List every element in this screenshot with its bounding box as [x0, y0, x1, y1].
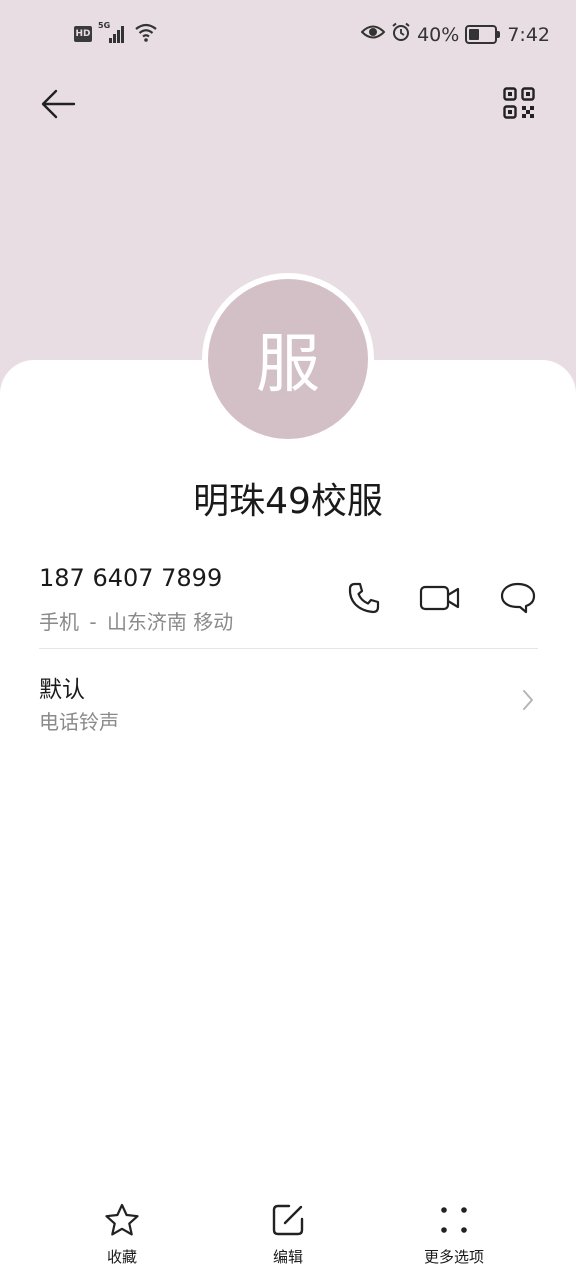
phone-number[interactable]: 187 6407 7899	[39, 564, 222, 592]
alarm-icon	[391, 22, 411, 47]
more-options-button[interactable]: 更多选项	[394, 1200, 514, 1267]
status-bar-left: HD 5G	[74, 21, 158, 46]
phone-separator: -	[89, 610, 97, 634]
more-options-icon	[434, 1200, 474, 1240]
bottom-action-bar: 收藏 编辑 更多选项	[0, 1190, 576, 1280]
divider	[39, 648, 538, 649]
favorite-label: 收藏	[106, 1248, 137, 1266]
call-button[interactable]	[342, 576, 386, 620]
video-call-icon	[419, 585, 460, 611]
ringtone-value: 默认	[39, 677, 85, 703]
contact-name: 明珠49校服	[193, 481, 383, 522]
ringtone-label: 电话铃声	[39, 710, 119, 734]
phone-details: 手机 - 山东济南 移动	[39, 606, 233, 635]
battery-level	[469, 29, 480, 40]
video-call-button[interactable]	[418, 576, 462, 620]
phone-icon	[348, 582, 380, 614]
status-bar: HD 5G 40% 7:42	[0, 0, 576, 70]
more-options-label: 更多选项	[423, 1248, 484, 1266]
arrow-left-icon	[41, 89, 76, 119]
star-icon	[102, 1200, 142, 1240]
favorite-button[interactable]: 收藏	[62, 1200, 182, 1267]
message-icon	[500, 582, 536, 614]
eye-icon	[360, 23, 386, 46]
hd-badge: HD	[74, 26, 92, 42]
edit-icon	[268, 1200, 308, 1240]
status-bar-right: 40% 7:42	[360, 22, 550, 47]
message-button[interactable]	[496, 576, 540, 620]
phone-location: 山东济南 移动	[106, 610, 234, 634]
clock-time: 7:42	[507, 23, 550, 46]
ringtone-row[interactable]: 默认 电话铃声	[0, 660, 576, 740]
qr-code-icon	[503, 87, 535, 119]
cellular-signal-icon: 5G	[98, 21, 128, 45]
battery-percent: 40%	[417, 23, 460, 46]
battery-icon	[465, 25, 501, 44]
chevron-right-icon	[523, 690, 533, 710]
back-button[interactable]	[36, 82, 80, 126]
edit-button[interactable]: 编辑	[228, 1200, 348, 1267]
wifi-icon	[134, 22, 158, 46]
edit-label: 编辑	[272, 1248, 303, 1266]
phone-type: 手机	[39, 610, 79, 634]
qr-code-button[interactable]	[500, 84, 538, 122]
avatar-initial: 服	[208, 279, 368, 439]
network-type-label: 5G	[98, 21, 111, 30]
avatar[interactable]: 服	[202, 273, 374, 445]
